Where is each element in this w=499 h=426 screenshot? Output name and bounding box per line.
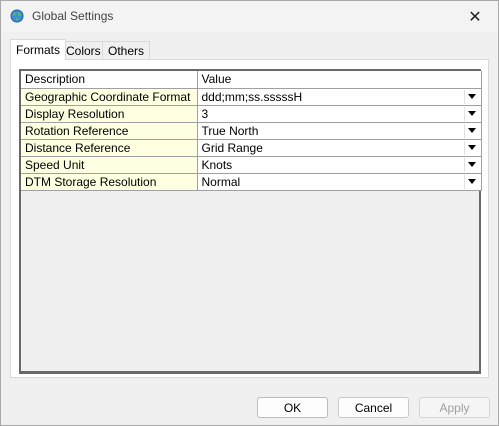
dropdown-button[interactable] <box>463 157 480 172</box>
dropdown-arrow-icon <box>468 162 476 167</box>
value-text: Knots <box>201 157 233 172</box>
table-row: Distance Reference Grid Range <box>21 139 482 157</box>
tab-colors[interactable]: Colors <box>60 41 107 59</box>
dropdown-button[interactable] <box>463 174 480 189</box>
cancel-button[interactable]: Cancel <box>338 397 409 418</box>
tab-label: Colors <box>66 44 101 58</box>
column-header-description[interactable]: Description <box>21 71 198 89</box>
table-row: DTM Storage Resolution Normal <box>21 173 482 191</box>
dropdown-button[interactable] <box>463 140 480 155</box>
value-text: Grid Range <box>201 140 263 155</box>
value-cell-speed-unit[interactable]: Knots <box>197 156 482 174</box>
close-button[interactable]: ✕ <box>452 1 498 32</box>
dropdown-arrow-icon <box>468 111 476 116</box>
row-description: Display Resolution <box>21 105 198 123</box>
value-cell-geographic-coordinate-format[interactable]: ddd;mm;ss.sssssH <box>197 88 482 106</box>
apply-button[interactable]: Apply <box>419 397 490 418</box>
dropdown-arrow-icon <box>468 128 476 133</box>
tab-others[interactable]: Others <box>102 41 151 59</box>
formats-tab-panel: Description Value Geographic Coordinate … <box>10 59 489 378</box>
dropdown-button[interactable] <box>463 89 480 104</box>
row-description: Geographic Coordinate Format <box>21 88 198 106</box>
dropdown-arrow-icon <box>468 179 476 184</box>
ok-button[interactable]: OK <box>257 397 328 418</box>
row-description: Distance Reference <box>21 139 198 157</box>
value-cell-rotation-reference[interactable]: True North <box>197 122 482 140</box>
window-title: Global Settings <box>32 9 114 23</box>
value-cell-display-resolution[interactable]: 3 <box>197 105 482 123</box>
title-bar[interactable]: Global Settings ✕ <box>1 1 498 32</box>
row-description: Speed Unit <box>21 156 198 174</box>
header-row: Description Value <box>21 71 482 89</box>
value-cell-dtm-storage-resolution[interactable]: Normal <box>197 173 482 191</box>
globe-icon <box>10 9 24 23</box>
table-row: Rotation Reference True North <box>21 122 482 140</box>
close-icon: ✕ <box>468 8 482 26</box>
table-row: Geographic Coordinate Format ddd;mm;ss.s… <box>21 88 482 106</box>
dropdown-arrow-icon <box>468 145 476 150</box>
tab-label: Formats <box>16 43 61 57</box>
dropdown-button[interactable] <box>463 106 480 121</box>
dropdown-button[interactable] <box>463 123 480 138</box>
value-cell-distance-reference[interactable]: Grid Range <box>197 139 482 157</box>
column-header-value[interactable]: Value <box>197 71 482 89</box>
value-text: 3 <box>201 106 209 121</box>
value-text: Normal <box>201 174 241 189</box>
table-row: Display Resolution 3 <box>21 105 482 123</box>
table-row: Speed Unit Knots <box>21 156 482 174</box>
settings-table: Description Value Geographic Coordinate … <box>21 71 482 191</box>
row-description: Rotation Reference <box>21 122 198 140</box>
value-text: True North <box>201 123 259 138</box>
settings-grid: Description Value Geographic Coordinate … <box>19 69 482 374</box>
row-description: DTM Storage Resolution <box>21 173 198 191</box>
dropdown-arrow-icon <box>468 94 476 99</box>
value-text: ddd;mm;ss.sssssH <box>201 89 303 104</box>
tab-label: Others <box>108 44 145 58</box>
global-settings-dialog: Global Settings ✕ Formats Colors Others … <box>0 0 499 426</box>
tab-formats[interactable]: Formats <box>10 39 67 60</box>
